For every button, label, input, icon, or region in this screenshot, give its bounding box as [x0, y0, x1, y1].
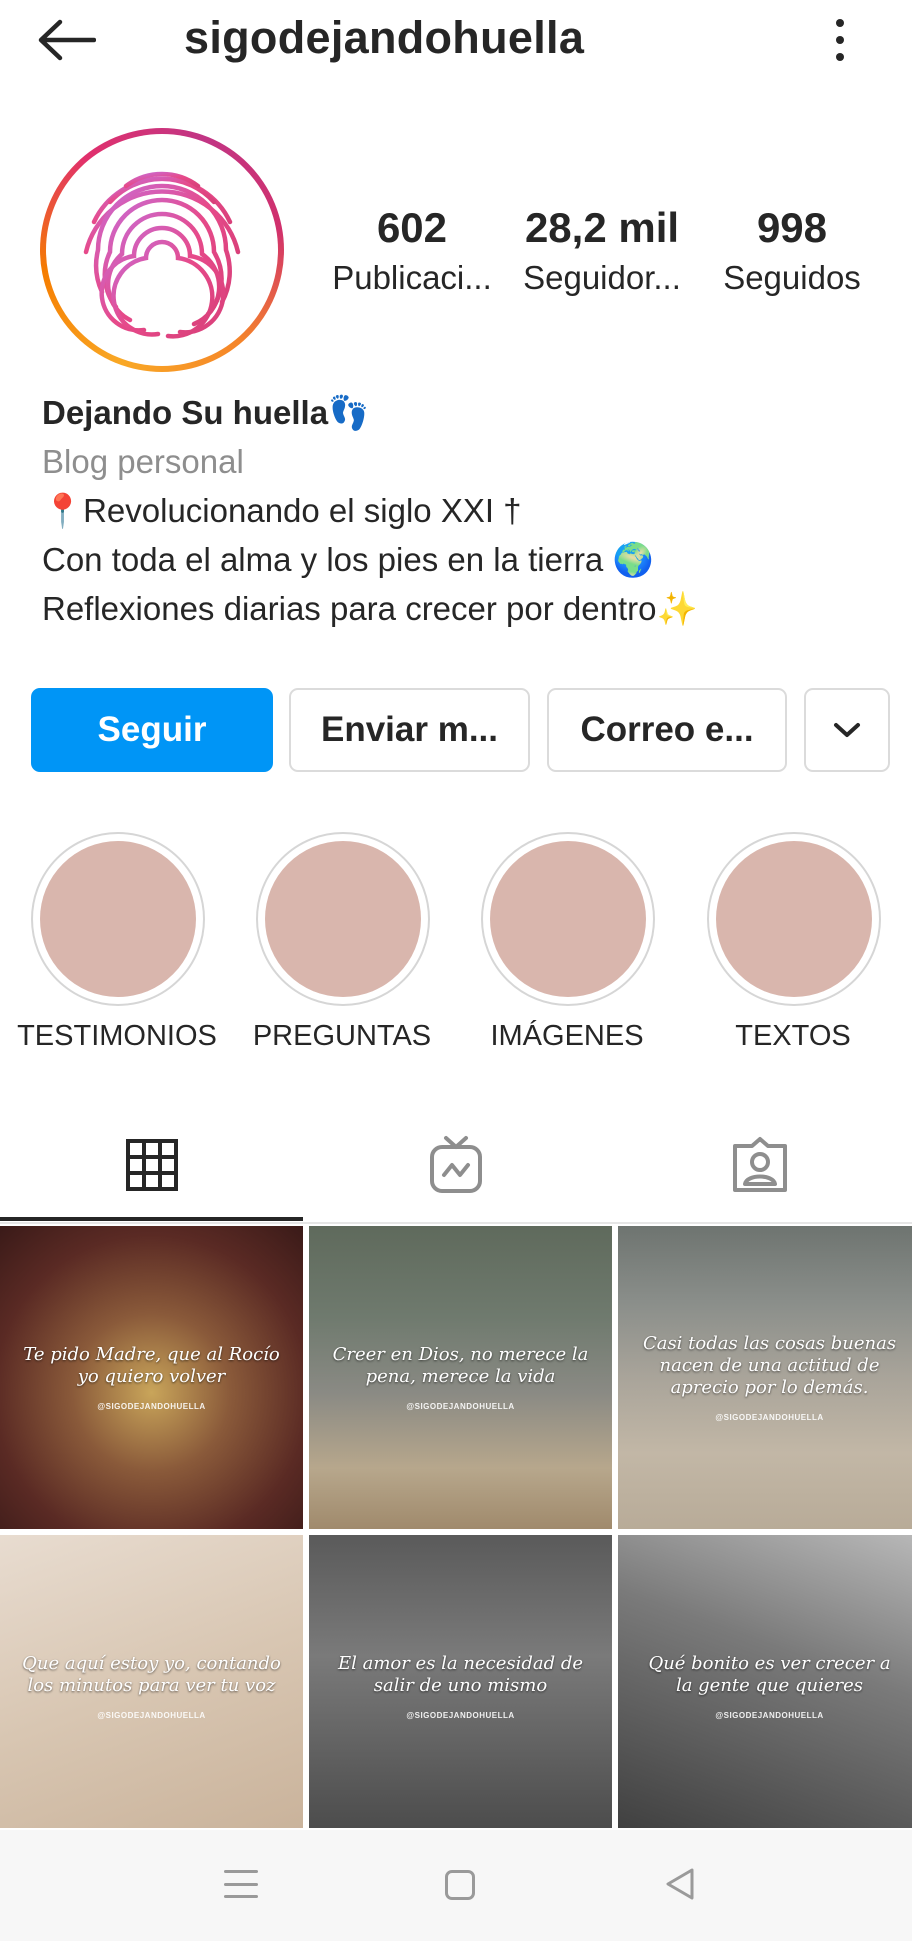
message-button[interactable]: Enviar m...: [289, 688, 530, 772]
more-options-button[interactable]: [820, 10, 860, 70]
post-quote: Casi todas las cosas buenas nacen de una…: [642, 1333, 897, 1398]
post-quote: Te pido Madre, que al Rocío yo quiero vo…: [23, 1344, 280, 1387]
chevron-down-icon: [834, 723, 860, 737]
post-thumbnail[interactable]: El amor es la necesidad de salir de uno …: [309, 1535, 612, 1828]
suggested-accounts-button[interactable]: [804, 688, 890, 772]
bio-line: Con toda el alma y los pies en la tierra…: [42, 541, 654, 578]
post-thumbnail[interactable]: Que aquí estoy yo, contando los minutos …: [0, 1535, 303, 1828]
igtv-icon: [430, 1136, 482, 1193]
post-quote: Qué bonito es ver crecer a la gente que …: [648, 1653, 891, 1696]
post-handle: @SIGODEJANDOHUELLA: [406, 1711, 515, 1720]
highlight-cover: [40, 841, 196, 997]
stat-value: 28,2 mil: [524, 204, 680, 251]
post-thumbnail[interactable]: Te pido Madre, que al Rocío yo quiero vo…: [0, 1226, 303, 1529]
profile-tabs: [0, 1108, 912, 1224]
highlight-label: IMÁGENES: [490, 1020, 644, 1052]
bio-line: 📍Revolucionando el siglo XXI †: [42, 492, 522, 529]
highlight-cover: [716, 841, 872, 997]
highlight-cover: [265, 841, 421, 997]
tab-tagged[interactable]: [608, 1108, 912, 1222]
arrow-left-icon: [38, 19, 96, 61]
post-handle: @SIGODEJANDOHUELLA: [715, 1413, 824, 1422]
stat-value: 998: [756, 204, 828, 251]
fingerprint-icon: [83, 171, 241, 339]
profile-category: Blog personal: [42, 443, 244, 480]
back-button[interactable]: [36, 10, 116, 70]
stat-posts[interactable]: 602 Publicaci...: [322, 200, 502, 300]
follow-button[interactable]: Seguir: [31, 688, 273, 772]
stat-followers[interactable]: 28,2 mil Seguidor...: [512, 200, 692, 300]
menu-lines-icon[interactable]: [224, 1870, 258, 1898]
post-thumbnail[interactable]: Casi todas las cosas buenas nacen de una…: [618, 1226, 912, 1529]
profile-username: sigodejandohuella: [184, 12, 585, 63]
post-quote: El amor es la necesidad de salir de uno …: [337, 1653, 584, 1696]
post-quote: Que aquí estoy yo, contando los minutos …: [22, 1653, 281, 1696]
post-thumbnail[interactable]: Creer en Dios, no merece la pena, merece…: [309, 1226, 612, 1529]
post-handle: @SIGODEJANDOHUELLA: [97, 1402, 206, 1411]
square-home-icon[interactable]: [445, 1870, 475, 1900]
post-thumbnail[interactable]: Qué bonito es ver crecer a la gente que …: [618, 1535, 912, 1828]
tagged-user-icon: [733, 1137, 787, 1192]
tab-igtv[interactable]: [304, 1108, 608, 1222]
active-tab-indicator: [0, 1217, 303, 1221]
profile-bio: Dejando Su huella👣 Blog personal 📍Revolu…: [42, 388, 882, 633]
stat-label: Seguidor...: [523, 259, 681, 296]
post-handle: @SIGODEJANDOHUELLA: [715, 1711, 824, 1720]
profile-name: Dejando Su huella👣: [42, 394, 370, 431]
highlight-label: TESTIMONIOS: [17, 1020, 217, 1052]
posts-grid: Te pido Madre, que al Rocío yo quiero vo…: [0, 1226, 912, 1828]
highlight-label: PREGUNTAS: [252, 1020, 432, 1052]
highlight-label: TEXTOS: [735, 1020, 851, 1052]
stat-value: 602: [376, 204, 448, 251]
highlight-cover: [490, 841, 646, 997]
bio-line: Reflexiones diarias para crecer por dent…: [42, 590, 698, 627]
grid-icon: [126, 1139, 178, 1191]
vertical-dots-icon: [836, 19, 844, 27]
top-bar: sigodejandohuella: [0, 0, 912, 84]
post-quote: Creer en Dios, no merece la pena, merece…: [332, 1344, 589, 1387]
stat-label: Seguidos: [723, 259, 861, 296]
email-button[interactable]: Correo e...: [547, 688, 787, 772]
stat-following[interactable]: 998 Seguidos: [702, 200, 882, 300]
post-handle: @SIGODEJANDOHUELLA: [97, 1711, 206, 1720]
stat-label: Publicaci...: [332, 259, 492, 296]
post-handle: @SIGODEJANDOHUELLA: [406, 1402, 515, 1411]
avatar[interactable]: [40, 128, 284, 372]
tab-posts-grid[interactable]: [0, 1108, 304, 1222]
triangle-back-icon[interactable]: [662, 1866, 698, 1902]
